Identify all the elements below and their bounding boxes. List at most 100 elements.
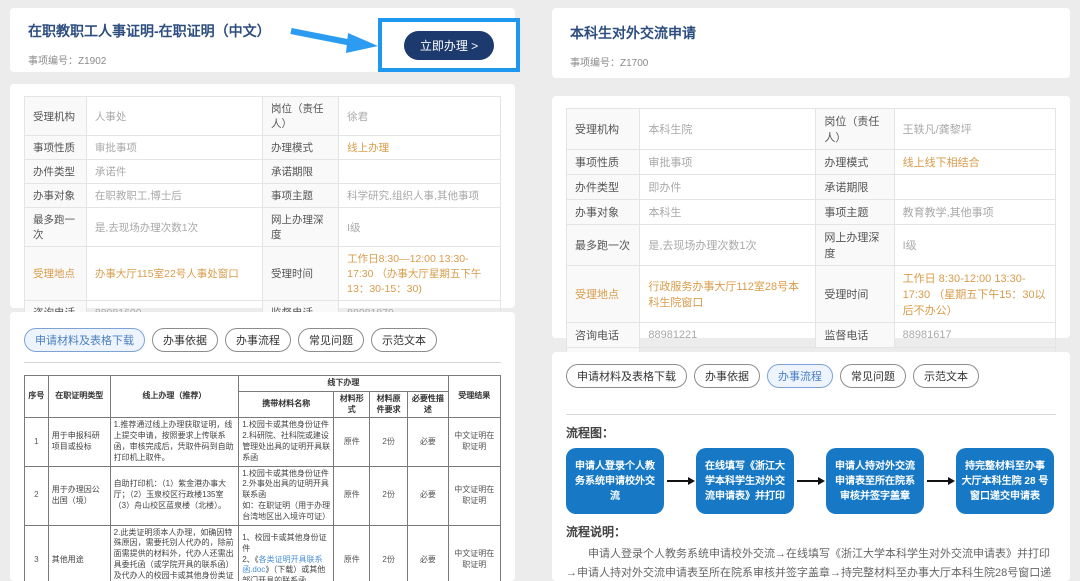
col-header-offline: 线下办理: [239, 376, 448, 392]
flowchart: 申请人登录个人教务系统申请校外交流在线填写《浙江大学本科学生对外交流申请表》并打…: [566, 448, 1056, 514]
info-label: 办理模式: [816, 150, 894, 175]
left-info-card: 受理机构人事处岗位（责任人）徐君事项性质审批事项办理模式线上办理办件类型承诺件承…: [10, 84, 515, 308]
materials-result: 中文证明在职证明: [448, 418, 500, 466]
right-header-card: 本科生对外交流申请 事项编号：Z1700: [552, 8, 1070, 78]
tab-item[interactable]: 申请材料及表格下载: [566, 364, 687, 388]
info-value: 本科生: [640, 200, 816, 225]
info-value: 本科生院: [640, 109, 816, 150]
info-value: 办事大厅115室22号人事处窗口: [86, 247, 262, 301]
info-value: I级: [894, 225, 1055, 266]
page-title: 本科生对外交流申请: [570, 23, 1052, 43]
tab-item[interactable]: 办事流程: [225, 328, 291, 352]
info-row: 最多跑一次是,去现场办理次数1次网上办理深度I级: [25, 208, 501, 247]
info-label: 承诺期限: [262, 160, 338, 184]
tab-item[interactable]: 申请材料及表格下载: [24, 328, 145, 352]
info-value: 行政服务办事大厅112室28号本科生院窗口: [640, 266, 816, 323]
materials-table: 序号 在职证明类型 线上办理（推荐） 线下办理 受理结果 携带材料名称 材料形式…: [24, 375, 501, 581]
materials-list: 1.校园卡或其他身份证件2.科研院、社科院或建设管理处出具的证明开具联系函: [239, 418, 334, 466]
info-row: 事项性质审批事项办理模式线上办理: [25, 136, 501, 160]
tab-item[interactable]: 常见问题: [298, 328, 364, 352]
info-value: 审批事项: [86, 136, 262, 160]
info-value: 是,去现场办理次数1次: [640, 225, 816, 266]
materials-online: 自助打印机：（1）紫金港办事大厅；（2）玉泉校区行政楼135室（3）舟山校区蓝泉…: [110, 466, 239, 525]
info-value: [894, 175, 1055, 200]
col-header-no: 序号: [25, 376, 49, 418]
info-value: 承诺件: [86, 160, 262, 184]
materials-row: 1用于申报科研项目或投标1.推荐通过线上办理获取证明，线上提交申请，按照要求上传…: [25, 418, 501, 466]
info-label: 网上办理深度: [262, 208, 338, 247]
materials-row: 2用于办理因公出国（境）自助打印机：（1）紫金港办事大厅；（2）玉泉校区行政楼1…: [25, 466, 501, 525]
flow-step: 在线填写《浙江大学本科学生对外交流申请表》并打印: [696, 448, 794, 514]
info-value: 审批事项: [640, 150, 816, 175]
materials-result: 中文证明在职证明: [448, 466, 500, 525]
col-header-type: 在职证明类型: [48, 376, 110, 418]
info-label: 受理地点: [567, 266, 640, 323]
info-value: 徐君: [339, 97, 501, 136]
flowchart-title: 流程图：: [566, 424, 1056, 441]
tab-item[interactable]: 常见问题: [840, 364, 906, 388]
left-tab-bar: 申请材料及表格下载办事依据办事流程常见问题示范文本: [24, 328, 501, 352]
tab-item[interactable]: 办事流程: [767, 364, 833, 388]
materials-type: 用于办理因公出国（境）: [48, 466, 110, 525]
info-value: 教育教学,其他事项: [894, 200, 1055, 225]
flow-step: 持完整材料至办事大厅本科生院 28 号窗口递交申请表: [956, 448, 1054, 514]
flow-desc-text: 申请人登录个人教务系统申请校外交流→在线填写《浙江大学本科学生对外交流申请表》并…: [566, 545, 1056, 581]
materials-header-row: 序号 在职证明类型 线上办理（推荐） 线下办理 受理结果: [25, 376, 501, 392]
col-header-material: 携带材料名称: [239, 391, 334, 418]
flow-arrow-icon: [927, 480, 953, 482]
flow-desc-title: 流程说明：: [566, 523, 1056, 540]
info-row: 最多跑一次是,去现场办理次数1次网上办理深度I级: [567, 225, 1056, 266]
info-value: 工作日 8:30-12:00 13:30-17:30 （星期五下午15：30以后…: [894, 266, 1055, 323]
info-row: 咨询电话88981221监督电话88981617: [567, 323, 1056, 348]
materials-form: 原件: [334, 418, 370, 466]
materials-online: 1.推荐通过线上办理获取证明，线上提交申请，按照要求上传联系函，审核完成后，凭取…: [110, 418, 239, 466]
info-row: 办件类型承诺件承诺期限: [25, 160, 501, 184]
right-info-card: 受理机构本科生院岗位（责任人）王轶凡/龚黎坪事项性质审批事项办理模式线上线下相结…: [552, 96, 1070, 338]
info-value: 即办件: [640, 175, 816, 200]
flow-arrow-icon: [797, 480, 823, 482]
item-number: 事项编号：Z1700: [570, 54, 1052, 69]
tab-item[interactable]: 示范文本: [371, 328, 437, 352]
info-label: 网上办理深度: [816, 225, 894, 266]
info-row: 受理地点办事大厅115室22号人事处窗口受理时间工作日8:30—12:00 13…: [25, 247, 501, 301]
info-label: 受理时间: [816, 266, 894, 323]
info-value: 线上线下相结合: [894, 150, 1055, 175]
col-header-online: 线上办理（推荐）: [110, 376, 239, 418]
info-value: 人事处: [86, 97, 262, 136]
col-header-need: 必要性描述: [408, 391, 448, 418]
info-label: 办事对象: [25, 184, 87, 208]
right-info-table: 受理机构本科生院岗位（责任人）王轶凡/龚黎坪事项性质审批事项办理模式线上线下相结…: [566, 108, 1056, 373]
right-tabs-card: 申请材料及表格下载办事依据办事流程常见问题示范文本 流程图： 申请人登录个人教务…: [552, 352, 1070, 581]
materials-no: 2: [25, 466, 49, 525]
pointer-arrow-icon: [288, 24, 380, 56]
info-value: I级: [339, 208, 501, 247]
materials-online: 2.此类证明须本人办理，如确因特殊原因，需要托别人代办的，除前面需提供的材料外，…: [110, 525, 239, 581]
materials-need: 必要: [408, 466, 448, 525]
info-value: 王轶凡/龚黎坪: [894, 109, 1055, 150]
materials-no: 1: [25, 418, 49, 466]
materials-count: 2份: [370, 418, 408, 466]
info-row: 办事对象本科生事项主题教育教学,其他事项: [567, 200, 1056, 225]
tab-item[interactable]: 办事依据: [152, 328, 218, 352]
materials-row: 3其他用途2.此类证明须本人办理，如确因特殊原因，需要托别人代办的，除前面需提供…: [25, 525, 501, 581]
materials-need: 必要: [408, 525, 448, 581]
info-label: 事项性质: [567, 150, 640, 175]
apply-now-button[interactable]: 立即办理 >: [404, 31, 494, 60]
info-label: 办理模式: [262, 136, 338, 160]
info-label: 岗位（责任人）: [816, 109, 894, 150]
col-header-result: 受理结果: [448, 376, 500, 418]
info-value: 88981221: [640, 323, 816, 348]
info-value: [339, 160, 501, 184]
tab-item[interactable]: 办事依据: [694, 364, 760, 388]
left-header-card: 在职教职工人事证明-在职证明（中文） 事项编号：Z1902 立即办理 >: [10, 8, 515, 72]
info-row: 事项性质审批事项办理模式线上线下相结合: [567, 150, 1056, 175]
info-label: 办件类型: [25, 160, 87, 184]
info-label: 办事对象: [567, 200, 640, 225]
info-label: 受理地点: [25, 247, 87, 301]
doc-link[interactable]: 各类证明开具联系函.doc: [242, 555, 322, 575]
tab-item[interactable]: 示范文本: [913, 364, 979, 388]
info-value: 是,去现场办理次数1次: [86, 208, 262, 247]
info-label: 最多跑一次: [25, 208, 87, 247]
info-row: 办事对象在职教职工,博士后事项主题科学研究,组织人事,其他事项: [25, 184, 501, 208]
item-number-value: Z1902: [78, 56, 106, 67]
